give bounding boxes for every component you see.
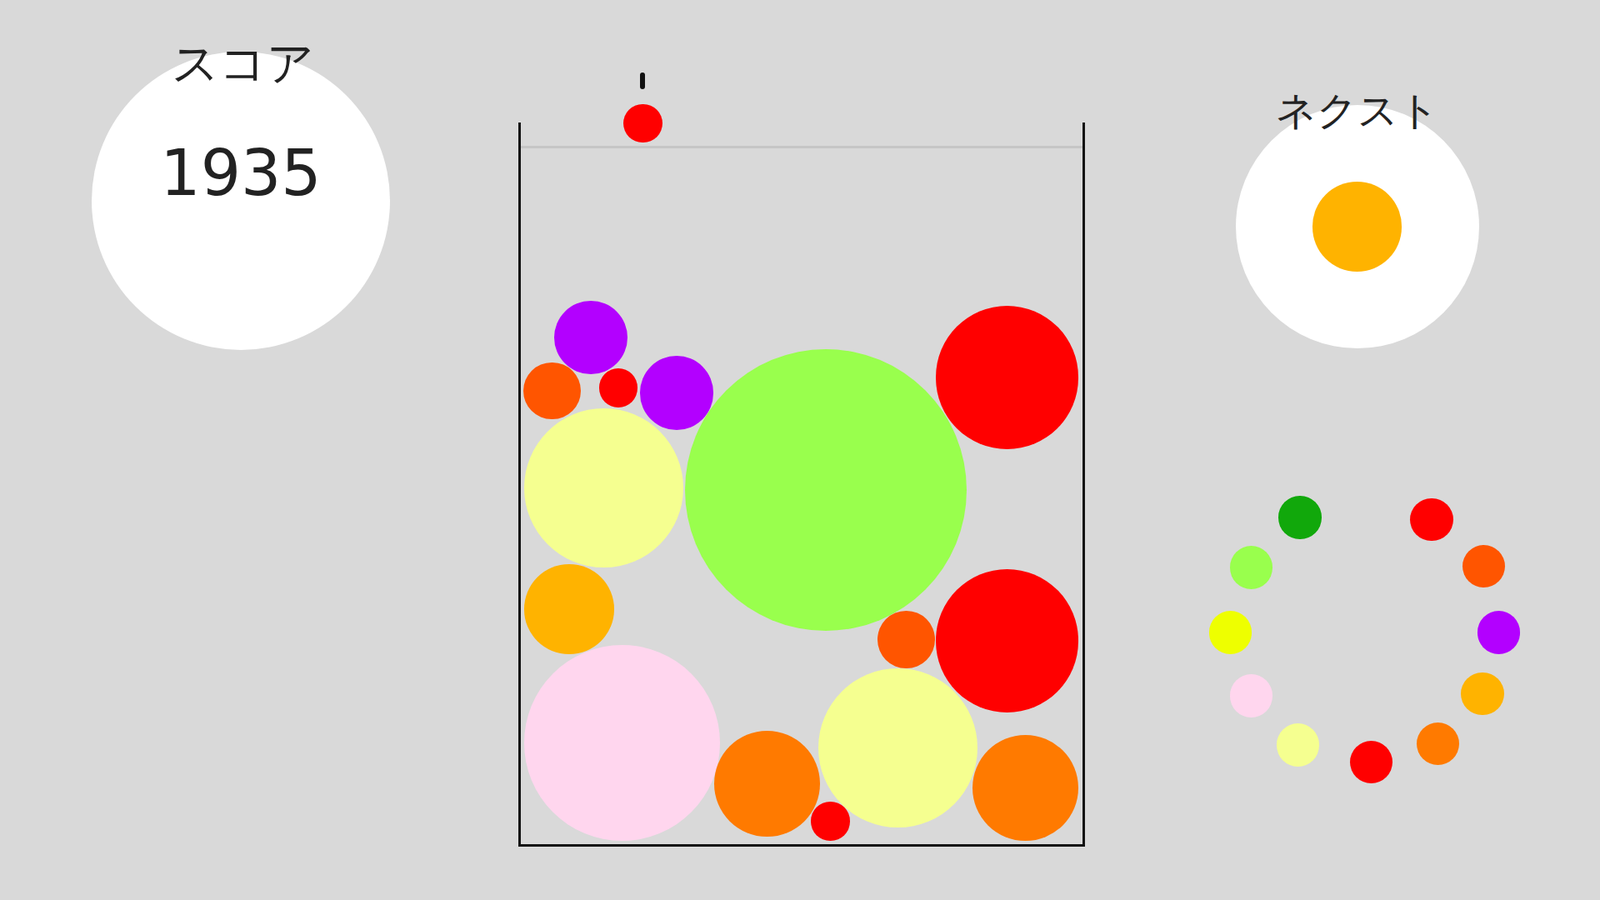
floor	[518, 844, 1085, 847]
limit-line	[520, 145, 1084, 149]
fruit-ball	[818, 668, 978, 828]
evolution-dot	[1230, 545, 1273, 589]
score-value: 1935	[160, 135, 321, 211]
evolution-dot	[1276, 723, 1320, 766]
next-ball	[1312, 181, 1403, 272]
next-label: ネクスト	[1275, 86, 1440, 135]
fruit-ball	[640, 355, 714, 430]
fruit-ball	[524, 645, 720, 841]
fruit-ball	[935, 569, 1079, 712]
fruit-ball	[972, 735, 1079, 841]
right-wall	[1082, 122, 1085, 845]
fruit-ball	[599, 368, 639, 408]
evolution-dot	[1460, 672, 1504, 715]
fruit-ball	[714, 730, 820, 837]
dropper-ball[interactable]	[623, 104, 663, 144]
evolution-dot	[1410, 498, 1453, 541]
evolution-dot	[1209, 610, 1252, 654]
score-label: スコア	[171, 35, 315, 91]
left-wall	[518, 122, 521, 845]
evolution-dot	[1416, 722, 1460, 765]
evolution-dot	[1462, 545, 1505, 588]
fruit-ball	[554, 300, 628, 375]
evolution-dot	[1350, 740, 1393, 784]
game-stage[interactable]: スコア 1935 ネクスト	[0, 0, 1600, 900]
fruit-ball	[877, 610, 935, 669]
fruit-ball	[524, 408, 684, 568]
evolution-dot	[1278, 495, 1321, 539]
fruit-ball	[935, 305, 1079, 449]
fruit-ball	[685, 349, 967, 631]
fruit-ball	[523, 362, 581, 420]
dropper-marker	[640, 72, 645, 90]
fruit-ball	[524, 564, 615, 655]
fruit-ball	[810, 801, 850, 841]
evolution-dot	[1230, 674, 1273, 717]
evolution-dot	[1477, 610, 1520, 654]
